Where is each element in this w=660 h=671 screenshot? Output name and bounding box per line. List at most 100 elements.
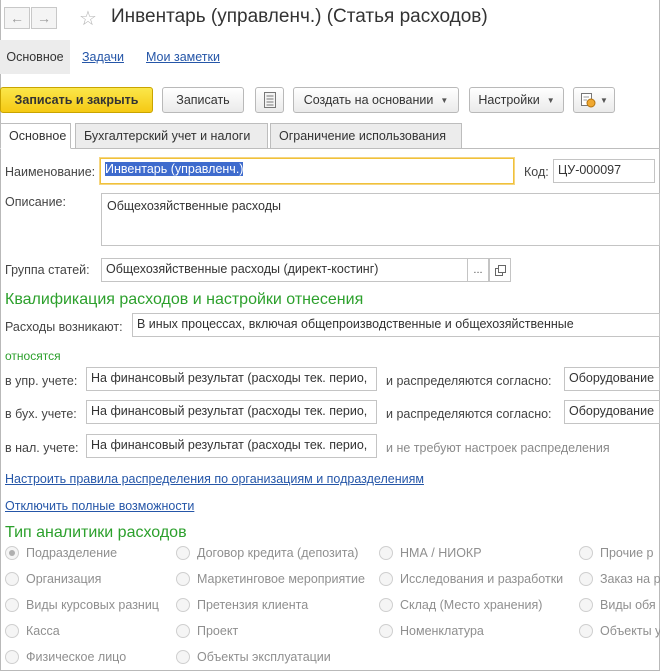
name-label: Наименование: [5, 165, 96, 179]
tax-input[interactable]: На финансовый результат (расходы тек. пе… [86, 434, 377, 458]
chevron-down-icon: ▼ [440, 95, 449, 105]
radio-icon [5, 650, 19, 664]
radio-icon [5, 624, 19, 638]
radio-option[interactable]: НМА / НИОКР [379, 546, 482, 560]
mgmt-distr-label: и распределяются согласно: [386, 374, 552, 388]
arise-input[interactable]: В иных процессах, включая общепроизводст… [132, 313, 660, 337]
radio-option[interactable]: Проект [176, 624, 238, 638]
forward-button[interactable]: → [31, 7, 57, 29]
create-based-on-label: Создать на основании [303, 93, 434, 107]
mgmt-input[interactable]: На финансовый результат (расходы тек. пе… [86, 367, 377, 391]
radio-option[interactable]: Договор кредита (депозита) [176, 546, 358, 560]
radio-icon [379, 624, 393, 638]
radio-option[interactable]: Прочие р [579, 546, 654, 560]
radio-label: Номенклатура [400, 624, 484, 638]
radio-label: Виды обя [600, 598, 656, 612]
acc-label: в бух. учете: [5, 407, 77, 421]
radio-label: Виды курсовых разниц [26, 598, 159, 612]
radio-label: Заказ на р [600, 572, 660, 586]
settings-button[interactable]: Настройки ▼ [469, 87, 564, 113]
radio-icon [5, 598, 19, 612]
radio-label: Касса [26, 624, 60, 638]
radio-label: Физическое лицо [26, 650, 127, 664]
tax-label: в нал. учете: [5, 441, 79, 455]
save-and-close-button[interactable]: Записать и закрыть [0, 87, 153, 113]
distribution-rules-link[interactable]: Настроить правила распределения по орган… [5, 472, 424, 486]
group-select-button[interactable]: ... [467, 258, 489, 282]
radio-label: Подразделение [26, 546, 118, 560]
description-textarea[interactable]: Общехозяйственные расходы [101, 193, 660, 246]
arrow-left-icon: ← [10, 10, 24, 26]
radio-option[interactable]: Претензия клиента [176, 598, 308, 612]
radio-option[interactable]: Исследования и разработки [379, 572, 563, 586]
radio-icon [176, 650, 190, 664]
radio-icon [176, 598, 190, 612]
radio-option[interactable]: Подразделение [5, 546, 117, 560]
tab-accounting-taxes[interactable]: Бухгалтерский учет и налоги [75, 123, 268, 149]
radio-option[interactable]: Номенклатура [379, 624, 484, 638]
radio-label: Объекты эксплуатации [197, 650, 331, 664]
no-setup-text: и не требуют настроек распределения [386, 441, 610, 455]
chevron-down-icon: ▼ [546, 95, 555, 105]
save-button[interactable]: Записать [162, 87, 244, 113]
radio-option[interactable]: Касса [5, 624, 60, 638]
radio-label: Организация [26, 572, 102, 586]
radio-label: Исследования и разработки [400, 572, 564, 586]
arise-label: Расходы возникают: [5, 320, 123, 334]
radio-option[interactable]: Объекты у [579, 624, 660, 638]
radio-icon [579, 624, 593, 638]
favorite-star-icon[interactable]: ☆ [79, 6, 97, 31]
radio-option[interactable]: Маркетинговое мероприятие [176, 572, 365, 586]
back-button[interactable]: ← [4, 7, 30, 29]
radio-icon [579, 598, 593, 612]
radio-option[interactable]: Организация [5, 572, 101, 586]
relate-label: относятся [5, 349, 61, 363]
nav-tasks[interactable]: Задачи [82, 50, 124, 64]
group-open-button[interactable] [489, 258, 511, 282]
acc-distr-label: и распределяются согласно: [386, 407, 552, 421]
radio-label: Претензия клиента [197, 598, 309, 612]
acc-input[interactable]: На финансовый результат (расходы тек. пе… [86, 400, 377, 424]
radio-option[interactable]: Виды курсовых разниц [5, 598, 159, 612]
radio-option[interactable]: Заказ на р [579, 572, 660, 586]
report-icon [581, 93, 596, 108]
document-list-button[interactable] [255, 87, 284, 113]
page-title: Инвентарь (управленч.) (Статья расходов) [111, 6, 488, 27]
name-input[interactable]: Инвентарь (управленч.) [100, 158, 514, 184]
radio-icon [379, 572, 393, 586]
tab-main[interactable]: Основное [0, 123, 71, 149]
radio-option[interactable]: Виды обя [579, 598, 656, 612]
mgmt-label: в упр. учете: [5, 374, 78, 388]
radio-icon [5, 572, 19, 586]
nav-notes[interactable]: Мои заметки [146, 50, 220, 64]
radio-label: Договор кредита (депозита) [197, 546, 359, 560]
code-label: Код: [524, 165, 549, 179]
radio-icon [379, 598, 393, 612]
radio-selected-icon [5, 546, 19, 560]
radio-icon [176, 572, 190, 586]
name-value: Инвентарь (управленч.) [105, 162, 244, 176]
code-input[interactable]: ЦУ-000097 [553, 159, 655, 183]
radio-label: Склад (Место хранения) [400, 598, 543, 612]
radio-option[interactable]: Объекты эксплуатации [176, 650, 331, 664]
nav-main[interactable]: Основное [0, 40, 70, 74]
mgmt-distr-input[interactable]: Оборудование [564, 367, 660, 391]
radio-option[interactable]: Склад (Место хранения) [379, 598, 542, 612]
description-label: Описание: [5, 195, 66, 209]
group-label: Группа статей: [5, 263, 90, 277]
radio-label: Маркетинговое мероприятие [197, 572, 365, 586]
disable-full-features-link[interactable]: Отключить полные возможности [5, 499, 194, 513]
radio-icon [579, 546, 593, 560]
tab-usage-restriction[interactable]: Ограничение использования [270, 123, 462, 149]
radio-option[interactable]: Физическое лицо [5, 650, 126, 664]
radio-label: Объекты у [600, 624, 660, 638]
document-list-icon [263, 92, 276, 108]
qualification-header: Квалификация расходов и настройки отнесе… [5, 291, 364, 308]
acc-distr-input[interactable]: Оборудование [564, 400, 660, 424]
radio-icon [579, 572, 593, 586]
create-based-on-button[interactable]: Создать на основании ▼ [293, 87, 459, 113]
group-input[interactable]: Общехозяйственные расходы (директ-костин… [101, 258, 468, 282]
reports-menu-button[interactable]: ▼ [573, 87, 615, 113]
settings-label: Настройки [478, 93, 540, 107]
radio-icon [379, 546, 393, 560]
